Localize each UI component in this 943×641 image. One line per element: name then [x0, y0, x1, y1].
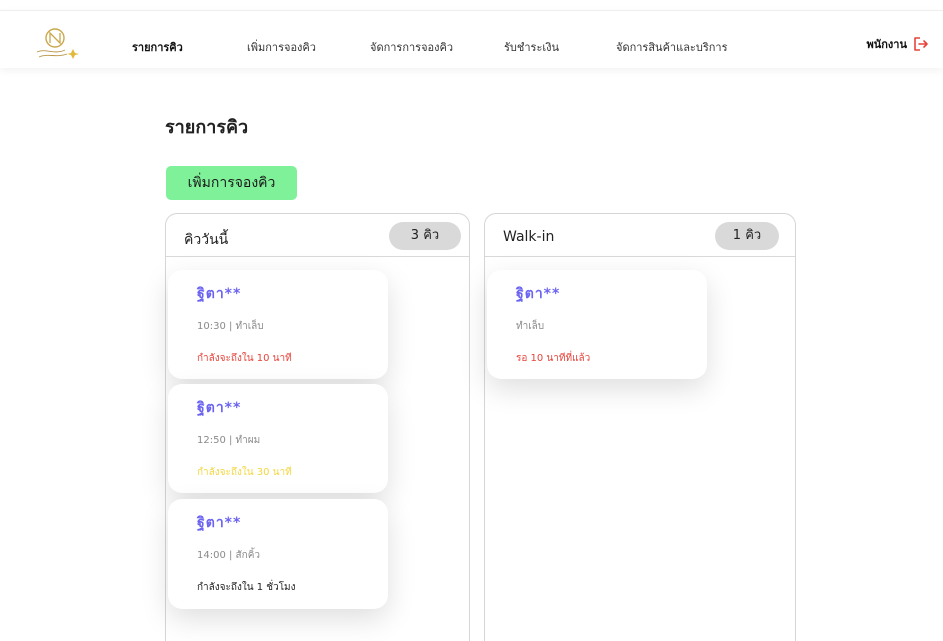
- queue-status: กำลังจะถึงใน 1 ชั่วโมง: [197, 582, 296, 593]
- today-queue-header: คิววันนี้ 3 คิว: [166, 214, 469, 257]
- nav-add-booking[interactable]: เพิ่มการจองคิว: [247, 38, 316, 56]
- queue-detail: 14:00 | สักคิ้ว: [197, 550, 261, 561]
- customer-name: ฐิตา**: [197, 400, 242, 416]
- nav-queue-list[interactable]: รายการคิว: [132, 38, 183, 56]
- walkin-card[interactable]: ฐิตา** ทำเล็บ รอ 10 นาทีที่แล้ว: [487, 270, 707, 379]
- walkin-count-badge: 1 คิว: [715, 222, 779, 250]
- queue-detail: 10:30 | ทำเล็บ: [197, 321, 264, 332]
- today-queue-title: คิววันนี้: [184, 232, 229, 248]
- salon-logo-icon[interactable]: [33, 27, 79, 61]
- user-role-label: พนักงาน: [866, 38, 908, 51]
- queue-card[interactable]: ฐิตา** 14:00 | สักคิ้ว กำลังจะถึงใน 1 ชั…: [168, 499, 388, 609]
- nav-manage-products[interactable]: จัดการสินค้าและบริการ: [616, 38, 727, 56]
- logout-icon[interactable]: [913, 36, 929, 52]
- add-booking-button[interactable]: เพิ่มการจองคิว: [166, 166, 297, 200]
- queue-detail: 12:50 | ทำผม: [197, 435, 261, 446]
- queue-detail: ทำเล็บ: [516, 321, 545, 332]
- queue-status: รอ 10 นาทีที่แล้ว: [516, 353, 591, 364]
- nav-manage-booking[interactable]: จัดการการจองคิว: [370, 38, 453, 56]
- queue-card[interactable]: ฐิตา** 10:30 | ทำเล็บ กำลังจะถึงใน 10 นา…: [168, 270, 388, 379]
- queue-card[interactable]: ฐิตา** 12:50 | ทำผม กำลังจะถึงใน 30 นาที: [168, 384, 388, 493]
- top-navbar: รายการคิว เพิ่มการจองคิว จัดการการจองคิว…: [0, 10, 943, 68]
- walkin-queue-panel: Walk-in 1 คิว ฐิตา** ทำเล็บ รอ 10 นาทีที…: [484, 213, 796, 641]
- customer-name: ฐิตา**: [197, 286, 242, 302]
- walkin-queue-header: Walk-in 1 คิว: [485, 214, 795, 257]
- user-menu[interactable]: พนักงาน: [867, 35, 930, 53]
- today-queue-panel: คิววันนี้ 3 คิว ฐิตา** 10:30 | ทำเล็บ กำ…: [165, 213, 470, 641]
- nav-payment[interactable]: รับชำระเงิน: [504, 38, 559, 56]
- page-title: รายการคิว: [165, 117, 249, 138]
- today-count-badge: 3 คิว: [389, 222, 461, 250]
- queue-status: กำลังจะถึงใน 10 นาที: [197, 353, 292, 364]
- walkin-queue-title: Walk-in: [503, 229, 555, 245]
- customer-name: ฐิตา**: [197, 515, 242, 531]
- customer-name: ฐิตา**: [516, 286, 561, 302]
- queue-status: กำลังจะถึงใน 30 นาที: [197, 467, 292, 478]
